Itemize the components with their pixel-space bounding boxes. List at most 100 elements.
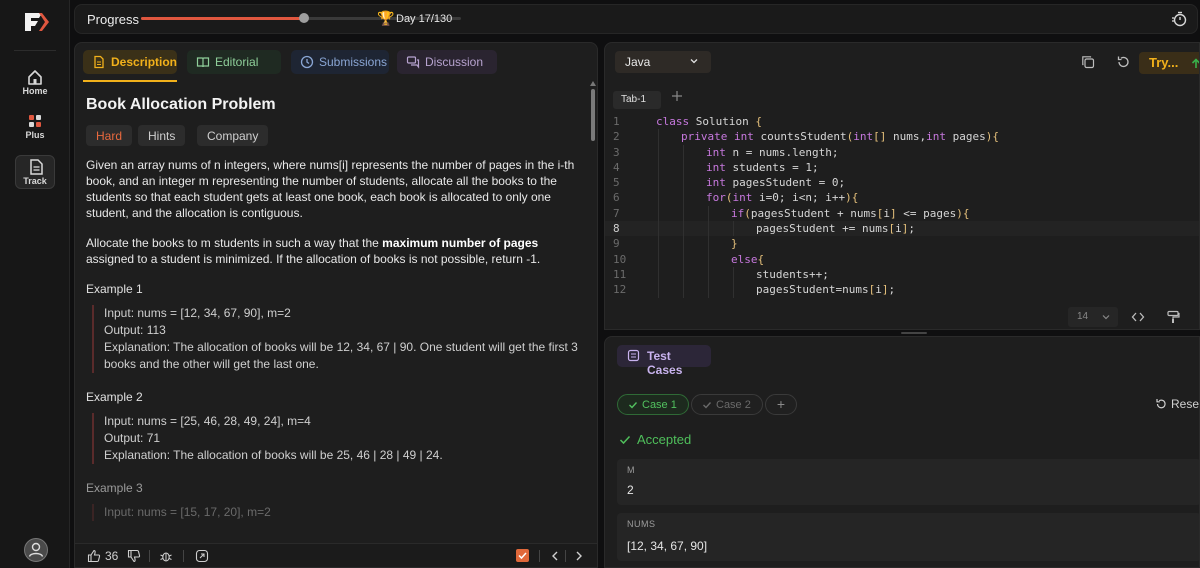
reset-button[interactable]: Reset (1155, 397, 1199, 411)
file-tab[interactable]: Tab-1 (613, 91, 661, 109)
code-line[interactable]: 4 int students = 1; (605, 159, 1199, 176)
input-field-nums[interactable]: NUMS [12, 34, 67, 90] (617, 513, 1199, 561)
case-label: Case 2 (716, 399, 751, 411)
code-area[interactable]: 1 class Solution { 2 private int countsStud… (605, 114, 1199, 298)
chevron-right-icon[interactable] (573, 549, 585, 563)
example-input: Input: nums = [25, 46, 28, 49, 24], m=4 (104, 414, 311, 428)
line-number: 10 (613, 252, 627, 266)
test-cases-panel: Test Cases Case 1 Case 2 + Reset Accepte… (604, 336, 1200, 568)
line-number: 9 (613, 237, 620, 251)
paint-roller-icon[interactable] (1166, 310, 1180, 324)
share-icon[interactable] (195, 549, 209, 563)
tab-submissions[interactable]: Submissions (291, 50, 389, 74)
indent-guide (683, 236, 684, 252)
tab-test-cases[interactable]: Test Cases (617, 345, 711, 377)
bookmark-checkbox[interactable] (516, 549, 529, 562)
code-line[interactable]: 11 students++; (605, 266, 1199, 283)
hints-button[interactable]: Hints (138, 125, 186, 146)
line-number: 2 (613, 130, 620, 144)
code-text: pagesStudent=nums[i]; (756, 283, 896, 297)
code-text: private int countsStudent(int[] nums,int… (681, 130, 999, 144)
font-size-value: 14 (1077, 311, 1089, 322)
footer-divider (183, 550, 184, 562)
footer-divider (565, 550, 566, 562)
indent-guide (708, 205, 709, 222)
left-rail: Home Plus Track (0, 0, 70, 568)
example-title: Example 1 (86, 282, 143, 296)
rail-item-track[interactable]: Track (15, 155, 55, 189)
code-line[interactable]: 1 class Solution { (605, 114, 1199, 129)
reset-code-icon[interactable] (1116, 55, 1130, 69)
tab-label: Submissions (319, 55, 388, 69)
indent-guide (683, 190, 684, 206)
scrollbar-thumb[interactable] (591, 89, 595, 141)
bug-icon[interactable] (159, 549, 173, 563)
company-button[interactable]: Company (197, 125, 269, 146)
example-input: Input: nums = [15, 17, 20], m=2 (104, 505, 271, 519)
code-line[interactable]: 6 for(int i=0; i<n; i++){ (605, 190, 1199, 206)
example-explanation: Explanation: The allocation of books wil… (104, 340, 578, 371)
rail-item-plus[interactable]: Plus (15, 110, 55, 146)
code-line[interactable]: 9} (605, 236, 1199, 252)
footer-divider (149, 550, 150, 562)
list-icon (627, 349, 640, 362)
indent-guide (708, 236, 709, 252)
input-field-m[interactable]: M 2 (617, 459, 1199, 505)
indent-guide (683, 221, 684, 237)
indent-guide (683, 251, 684, 267)
line-number: 12 (613, 283, 627, 297)
code-format-icon[interactable] (1131, 311, 1145, 323)
code-line[interactable]: 8 pagesStudent += nums[i]; (605, 221, 1199, 237)
code-line[interactable]: 10 else{ (605, 251, 1199, 267)
requirement-text: assigned to a student is minimized. If t… (86, 252, 541, 266)
code-line[interactable]: 5 int pagesStudent = 0; (605, 175, 1199, 191)
indent-guide (683, 175, 684, 191)
tab-discussion[interactable]: Discussion (397, 50, 497, 74)
plus-icon (672, 91, 682, 101)
code-text: int students = 1; (706, 160, 819, 174)
description-panel: Description Editorial Submissions Discus… (74, 42, 598, 568)
case-1-tab[interactable]: Case 1 (617, 394, 689, 415)
indent-guide (708, 221, 709, 237)
field-label: M (627, 465, 635, 475)
code-line[interactable]: 3 int n = nums.length; (605, 144, 1199, 160)
tab-description[interactable]: Description (83, 50, 177, 74)
indent-guide (658, 175, 659, 191)
timer-icon[interactable] (1171, 11, 1187, 27)
code-line[interactable]: 7 if(pagesStudent + nums[i] <= pages){ (605, 205, 1199, 222)
chevron-left-icon[interactable] (549, 549, 561, 563)
chat-icon (406, 56, 420, 69)
upload-icon[interactable] (1189, 57, 1200, 71)
tab-editorial[interactable]: Editorial (187, 50, 281, 74)
code-line[interactable]: 2 private int countsStudent(int[] nums,in… (605, 129, 1199, 145)
copy-icon[interactable] (1081, 55, 1095, 69)
line-number: 5 (613, 176, 620, 190)
font-size-select[interactable]: 14 (1068, 307, 1118, 327)
code-text: class Solution { (656, 115, 762, 128)
active-tab-underline (83, 80, 177, 82)
user-avatar[interactable] (24, 538, 48, 562)
indent-guide (658, 190, 659, 206)
add-tab-button[interactable] (671, 89, 683, 108)
thumbs-up-icon[interactable] (87, 549, 101, 563)
progress-knob[interactable] (299, 13, 310, 23)
scroll-up-arrow[interactable] (590, 81, 596, 86)
language-select[interactable]: Java (615, 51, 711, 73)
line-number: 1 (613, 115, 620, 128)
indent-guide (683, 282, 684, 298)
code-text: int n = nums.length; (706, 145, 839, 159)
field-value: [12, 34, 67, 90] (627, 539, 708, 553)
thumbs-down-icon[interactable] (127, 549, 141, 563)
example-explanation: Explanation: The allocation of books wil… (104, 448, 443, 462)
add-case-button[interactable]: + (765, 394, 797, 415)
indent-guide (658, 205, 659, 222)
result-status: Accepted (619, 432, 691, 447)
case-2-tab[interactable]: Case 2 (691, 394, 763, 415)
panel-splitter-handle[interactable] (901, 332, 927, 334)
indent-guide (658, 251, 659, 267)
code-line[interactable]: 12 pagesStudent=nums[i]; (605, 282, 1199, 298)
chevron-down-icon (1102, 315, 1110, 320)
rail-item-home[interactable]: Home (15, 66, 55, 102)
app-logo-icon[interactable] (22, 10, 52, 34)
example-block: Input: nums = [25, 46, 28, 49, 24], m=4 … (92, 413, 581, 464)
